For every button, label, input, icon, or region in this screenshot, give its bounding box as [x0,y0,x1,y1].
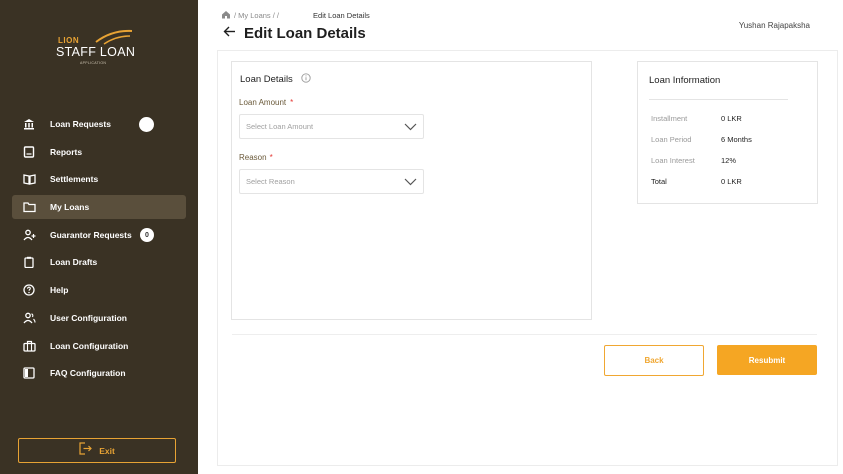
info-key: Loan Interest [651,156,695,165]
info-value: 0 LKR [721,114,742,123]
loan-information-card: Loan Information Installment 0 LKR Loan … [637,61,818,204]
info-icon[interactable] [301,73,311,86]
report-icon [22,145,36,159]
loan-information-title: Loan Information [649,75,721,86]
page-title: Edit Loan Details [244,24,366,42]
loan-amount-label-text: Loan Amount [239,98,287,107]
sidebar-item-loan-configuration[interactable]: Loan Configuration [12,334,186,358]
exit-label: Exit [99,445,115,456]
sidebar-item-faq-configuration[interactable]: FAQ Configuration [12,361,186,385]
resubmit-button[interactable]: Resubmit [717,345,817,375]
sidebar-item-label: My Loans [50,202,90,213]
sidebar-item-settlements[interactable]: Settlements [12,167,186,191]
logo-swoosh-icon [95,29,133,45]
info-row-loan-interest: Loan Interest 12% [651,156,736,165]
loan-amount-label: Loan Amount * [239,98,293,107]
sidebar-item-loan-drafts[interactable]: Loan Drafts [12,250,186,274]
sidebar-item-user-configuration[interactable]: User Configuration [12,306,186,330]
reason-select[interactable]: Select Reason [239,169,424,194]
info-row-loan-period: Loan Period 6 Months [651,135,752,144]
chevron-down-icon [404,173,417,191]
info-row-total: Total 0 LKR [651,177,742,186]
info-value: 12% [721,156,737,165]
app-root: LION STAFF LOAN APPLICATION Loan Request… [0,0,843,474]
guarantor-requests-badge: 0 [140,228,154,243]
logo-line3: APPLICATION [80,61,107,65]
panel-icon [22,366,36,380]
folder-icon [22,200,36,214]
user-name[interactable]: Yushan Rajapaksha [739,21,810,30]
reason-placeholder: Select Reason [246,177,295,186]
book-icon [22,172,36,186]
sidebar-item-reports[interactable]: Reports [12,140,186,164]
sidebar-item-help[interactable]: Help [12,278,186,302]
sidebar-item-label: Guarantor Requests [50,229,132,240]
sidebar: LION STAFF LOAN APPLICATION Loan Request… [0,0,198,474]
help-icon [22,283,36,297]
required-marker: * [269,153,273,162]
sidebar-item-label: Loan Requests [50,119,111,129]
loan-amount-placeholder: Select Loan Amount [246,122,314,131]
reason-label: Reason * [239,153,273,162]
back-arrow-icon[interactable] [223,24,236,42]
logo-line1: LION [58,36,80,45]
sidebar-item-label: Loan Configuration [50,340,129,351]
person-add-icon [22,228,36,242]
logo-line2: STAFF LOAN [56,45,136,59]
loan-amount-select[interactable]: Select Loan Amount [239,114,424,139]
sidebar-item-label: FAQ Configuration [50,368,126,379]
divider [649,99,788,100]
actions-divider [232,334,817,335]
sidebar-item-label: Reports [50,146,83,157]
loan-details-title: Loan Details [240,74,293,85]
info-key: Loan Period [651,135,692,144]
info-key: Total [651,177,667,186]
sidebar-item-label: User Configuration [50,312,127,323]
exit-button[interactable]: Exit [18,438,176,463]
info-value: 0 LKR [721,177,742,186]
home-icon[interactable] [221,10,231,21]
sidebar-item-label: Settlements [50,174,99,185]
back-button[interactable]: Back [604,345,704,376]
info-row-installment: Installment 0 LKR [651,114,742,123]
breadcrumb: / My Loans / / Edit Loan Details [221,10,370,21]
loan-requests-badge [139,117,154,132]
bank-icon [22,117,36,131]
info-value: 6 Months [721,135,752,144]
exit-icon [79,441,93,460]
breadcrumb-trail[interactable]: / My Loans / / [234,11,279,20]
sidebar-item-label: Help [50,285,69,296]
staff-loan-logo: LION STAFF LOAN APPLICATION [56,28,146,68]
sidebar-item-guarantor-requests[interactable]: Guarantor Requests 0 [12,223,186,247]
sidebar-nav: Loan Requests Reports Settlements My Loa… [12,112,186,389]
briefcase-icon [22,339,36,353]
required-marker: * [290,98,294,107]
clipboard-icon [22,255,36,269]
sidebar-item-label: Loan Drafts [50,257,98,268]
chevron-down-icon [404,118,417,136]
sidebar-item-loan-requests[interactable]: Loan Requests [12,112,186,136]
page-title-row: Edit Loan Details [223,24,366,42]
loan-details-title-row: Loan Details [240,73,311,86]
users-icon [22,311,36,325]
info-key: Installment [651,114,688,123]
breadcrumb-current: Edit Loan Details [313,11,370,20]
sidebar-item-my-loans[interactable]: My Loans [12,195,186,220]
reason-label-text: Reason [239,153,267,162]
